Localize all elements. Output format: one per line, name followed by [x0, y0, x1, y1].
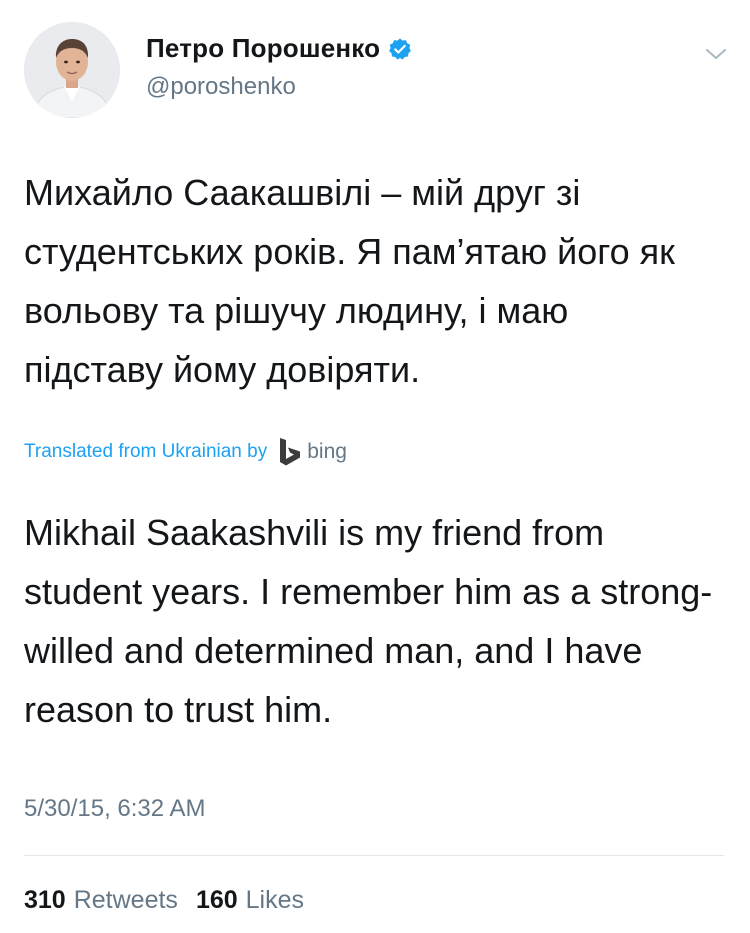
display-name[interactable]: Петро Порошенко [146, 33, 380, 64]
tweet-stats: 310 Retweets 160 Likes [24, 886, 304, 915]
retweets-count: 310 [24, 886, 66, 914]
likes-stat[interactable]: 160 Likes [196, 886, 304, 915]
bing-wordmark: bing [307, 440, 347, 463]
bing-logo-icon [279, 437, 301, 467]
tweet-timestamp[interactable]: 5/30/15, 6:32 AM [24, 795, 205, 823]
tweet-text: Михайло Саакашвілі – мій друг зі студент… [24, 172, 675, 390]
retweets-stat[interactable]: 310 Retweets [24, 886, 178, 915]
chevron-down-icon[interactable] [700, 38, 732, 70]
bing-logo: bing [279, 437, 347, 467]
likes-label: Likes [245, 886, 305, 914]
verified-badge-icon [388, 37, 412, 61]
avatar-photo [24, 22, 120, 118]
retweets-label: Retweets [73, 886, 178, 914]
avatar[interactable] [24, 22, 120, 118]
translated-text: Mikhail Saakashvili is my friend from st… [24, 512, 713, 730]
divider [24, 855, 724, 856]
translation-attribution: Translated from Ukrainian by bing [24, 437, 347, 467]
translated-from-link[interactable]: Translated from Ukrainian by [24, 441, 267, 463]
author-handle[interactable]: @poroshenko [146, 73, 296, 101]
author-name-row[interactable]: Петро Порошенко [146, 33, 412, 64]
likes-count: 160 [195, 886, 238, 914]
